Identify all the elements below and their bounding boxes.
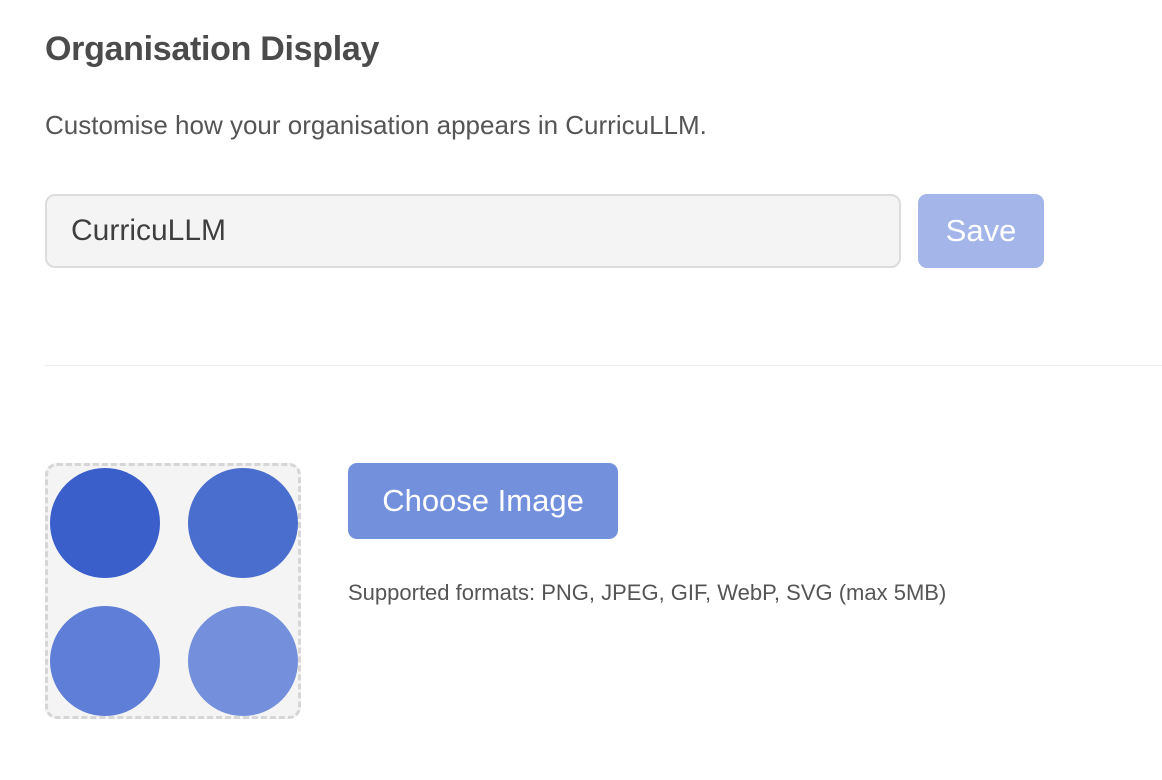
logo-circle-bottom-left: [50, 606, 160, 716]
logo-circle-top-left: [50, 468, 160, 578]
page-title: Organisation Display: [45, 30, 380, 68]
four-circles-logo-icon: [50, 468, 298, 716]
choose-image-button[interactable]: Choose Image: [348, 463, 618, 539]
supported-formats-text: Supported formats: PNG, JPEG, GIF, WebP,…: [348, 580, 947, 605]
logo-preview: [45, 463, 301, 719]
logo-circle-bottom-right: [188, 606, 298, 716]
organisation-name-input[interactable]: [45, 194, 901, 268]
page-subtitle: Customise how your organisation appears …: [45, 110, 707, 140]
logo-circle-top-right: [188, 468, 298, 578]
organisation-display-page: Organisation Display Customise how your …: [0, 0, 1162, 780]
section-divider: [45, 365, 1162, 366]
save-button[interactable]: Save: [918, 194, 1044, 268]
